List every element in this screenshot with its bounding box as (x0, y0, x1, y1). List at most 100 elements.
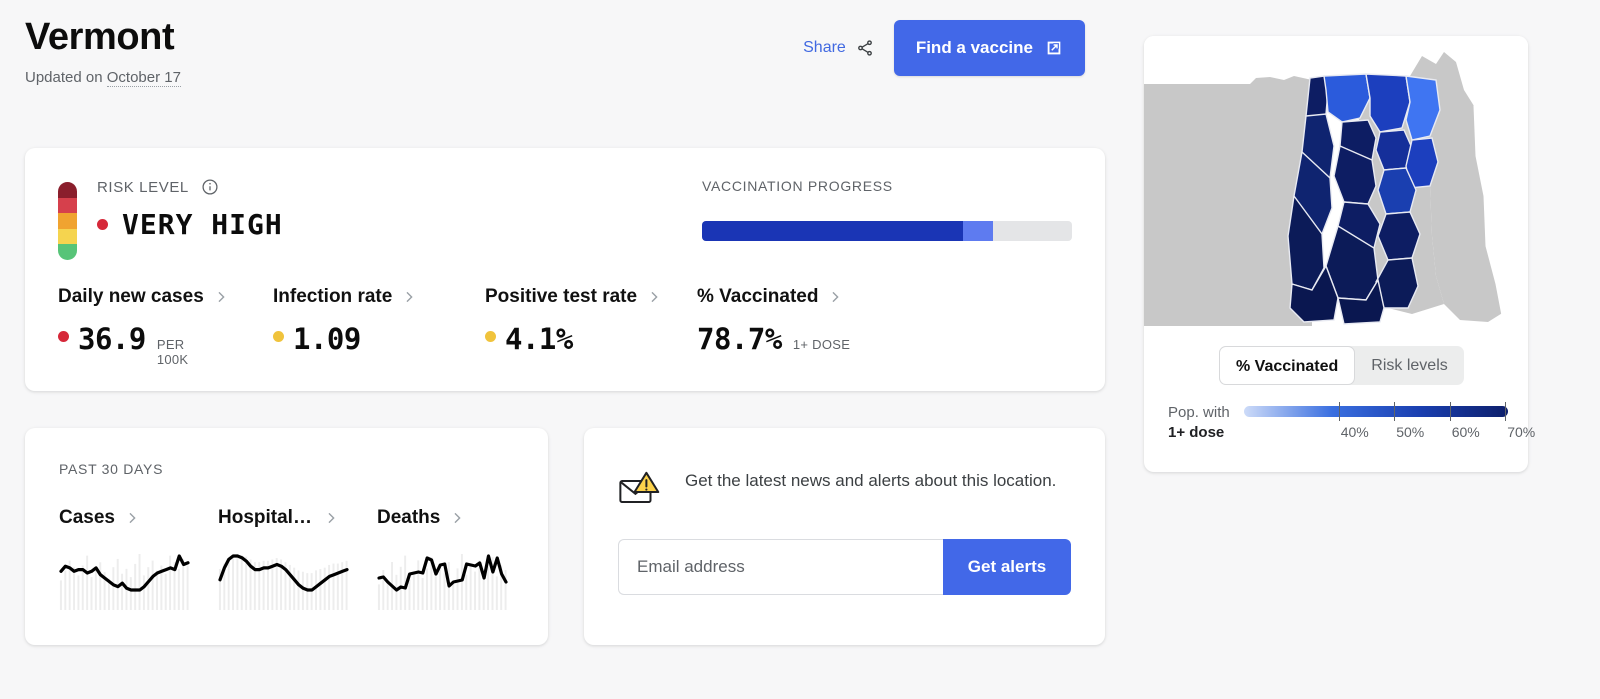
map-view-toggle[interactable]: % VaccinatedRisk levels (1219, 346, 1464, 385)
map-legend-tick (1394, 402, 1395, 421)
map-legend: Pop. with 1+ dose 40%50%60%70% (1168, 402, 1508, 444)
metric-unit: 1+ DOSE (793, 337, 850, 352)
vaccination-progress-label: VACCINATION PROGRESS (702, 178, 1072, 194)
sparkline-label: Deaths (377, 507, 440, 529)
chevron-right-icon[interactable] (450, 511, 464, 525)
vaccination-progress-block: VACCINATION PROGRESS (702, 178, 1072, 241)
email-alerts-header: Get the latest news and alerts about thi… (618, 461, 1071, 513)
metric-body: 4.1% (485, 322, 697, 356)
map-legend-tick-label: 60% (1452, 424, 1480, 440)
sparkline-header: Cases (59, 507, 190, 529)
metric-infection-rate[interactable]: Infection rate 1.09 (273, 286, 485, 367)
map-legend-tick-label: 50% (1396, 424, 1424, 440)
mail-alert-icon (618, 471, 662, 513)
updated-date[interactable]: October 17 (107, 69, 181, 87)
metric-body: 78.7% 1+ DOSE (697, 322, 937, 356)
find-a-vaccine-label: Find a vaccine (916, 38, 1033, 58)
past-30-days-label: PAST 30 DAYS (59, 461, 163, 477)
metric-label: % Vaccinated (697, 286, 818, 308)
chevron-right-icon[interactable] (324, 511, 338, 525)
map-toggle-vaccinated[interactable]: % Vaccinated (1219, 346, 1355, 385)
email-alerts-card: Get the latest news and alerts about thi… (584, 428, 1105, 645)
metric-header: Infection rate (273, 286, 485, 308)
map-card: % VaccinatedRisk levels Pop. with 1+ dos… (1144, 36, 1528, 472)
chevron-right-icon[interactable] (125, 511, 139, 525)
updated-prefix: Updated on (25, 69, 103, 86)
progress-segment-fully-vaccinated (702, 221, 963, 241)
map-legend-caption-line2: 1+ dose (1168, 423, 1230, 443)
header-actions: Share Find a vaccine (801, 20, 1085, 76)
metric-value: 78.7% (697, 322, 782, 356)
sparkline-svg (218, 548, 349, 610)
email-signup-row: Get alerts (618, 539, 1071, 595)
metric-status-dot (58, 331, 69, 342)
metric-header: % Vaccinated (697, 286, 937, 308)
metric-vaccinated[interactable]: % Vaccinated 78.7% 1+ DOSE (697, 286, 937, 367)
risk-scale-segment-very-high (58, 198, 77, 214)
share-icon (856, 39, 874, 57)
risk-level-dot (97, 219, 108, 230)
risk-scale-segment-severe (58, 182, 77, 198)
sparkline-hospitali[interactable]: Hospitali… (218, 507, 349, 610)
page-header: Vermont Updated on October 17 Share Find… (25, 14, 1085, 114)
map-legend-tick (1505, 402, 1506, 421)
metric-label: Daily new cases (58, 286, 204, 308)
share-button-label: Share (803, 39, 846, 57)
metric-value: 36.9 (78, 322, 146, 356)
progress-segment-one-plus-dose (963, 221, 993, 241)
vaccination-progress-bar (702, 221, 1072, 241)
sparkline-label: Cases (59, 507, 115, 529)
chevron-right-icon[interactable] (214, 290, 228, 304)
metric-label: Infection rate (273, 286, 392, 308)
sparkline-label: Hospitali… (218, 507, 314, 529)
risk-level-value-row: VERY HIGH (97, 208, 283, 241)
map-legend-tick (1450, 402, 1451, 421)
metric-status-dot (485, 331, 496, 342)
share-button[interactable]: Share (801, 33, 876, 63)
metric-value: 4.1% (505, 322, 573, 356)
covid-location-dashboard: Vermont Updated on October 17 Share Find… (0, 0, 1600, 699)
metric-header: Daily new cases (58, 286, 273, 308)
map-legend-caption: Pop. with 1+ dose (1168, 402, 1230, 443)
risk-level-label-row: RISK LEVEL (97, 178, 283, 196)
email-alerts-inner: Get the latest news and alerts about thi… (618, 461, 1071, 595)
info-icon[interactable] (201, 178, 219, 196)
metric-unit: PER 100K (157, 337, 199, 367)
metric-daily-new-cases[interactable]: Daily new cases 36.9 PER 100K (58, 286, 273, 367)
external-link-icon (1045, 39, 1063, 57)
map-svg (1144, 36, 1528, 326)
map-legend-tick-label: 40% (1341, 424, 1369, 440)
sparkline-svg (377, 548, 508, 610)
sparkline-cases[interactable]: Cases (59, 507, 190, 610)
sparkline-row: Cases Hospitali… Deaths (59, 507, 508, 610)
map-legend-scale: 40%50%60%70% (1244, 402, 1508, 444)
map-toggle-risk-levels[interactable]: Risk levels (1355, 346, 1463, 385)
map-legend-tick (1339, 402, 1340, 421)
risk-level-scale (58, 182, 77, 260)
chevron-right-icon[interactable] (828, 290, 842, 304)
risk-scale-segment-low (58, 244, 77, 260)
metric-label: Positive test rate (485, 286, 637, 308)
risk-scale-segment-medium (58, 229, 77, 245)
email-alerts-text: Get the latest news and alerts about thi… (685, 461, 1056, 495)
find-a-vaccine-button[interactable]: Find a vaccine (894, 20, 1085, 76)
metrics-row: Daily new cases 36.9 PER 100K Infection rat… (58, 286, 1085, 367)
key-stats-card: RISK LEVEL VERY HIGH VACCINATION PROGRES… (25, 148, 1105, 391)
email-input[interactable] (618, 539, 943, 595)
map-legend-caption-line1: Pop. with (1168, 404, 1230, 421)
vermont-county-map[interactable] (1144, 36, 1528, 326)
sparkline-header: Deaths (377, 507, 508, 529)
map-legend-tick-label: 70% (1507, 424, 1535, 440)
sparkline-header: Hospitali… (218, 507, 349, 529)
chevron-right-icon[interactable] (402, 290, 416, 304)
metric-positive-test-rate[interactable]: Positive test rate 4.1% (485, 286, 697, 367)
metric-body: 1.09 (273, 322, 485, 356)
map-legend-tick-labels: 40%50%60%70% (1244, 424, 1508, 444)
metric-body: 36.9 PER 100K (58, 322, 273, 367)
metric-value: 1.09 (293, 322, 361, 356)
get-alerts-button[interactable]: Get alerts (943, 539, 1071, 595)
sparkline-svg (59, 548, 190, 610)
past-30-days-card: PAST 30 DAYS Cases Hospitali… Deaths (25, 428, 548, 645)
sparkline-deaths[interactable]: Deaths (377, 507, 508, 610)
chevron-right-icon[interactable] (647, 290, 661, 304)
